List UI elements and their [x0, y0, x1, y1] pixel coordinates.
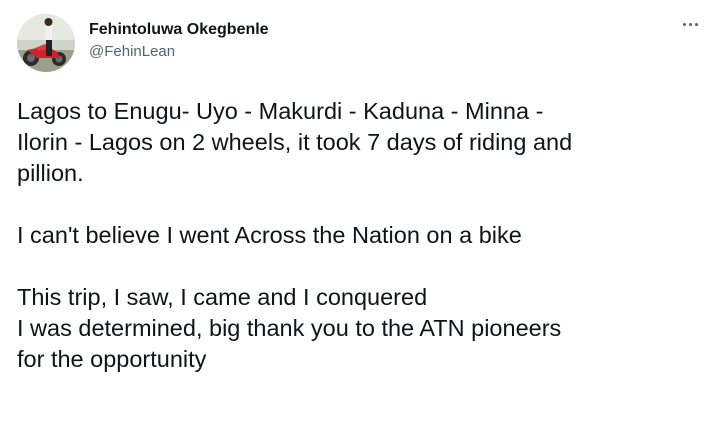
- tweet-line: Lagos to Enugu- Uyo - Makurdi - Kaduna -…: [17, 98, 544, 124]
- author-display-name[interactable]: Fehintoluwa Okegbenle: [89, 20, 269, 40]
- author-handle[interactable]: @FehinLean: [89, 42, 175, 62]
- tweet-paragraph: Lagos to Enugu- Uyo - Makurdi - Kaduna -…: [17, 96, 707, 189]
- avatar[interactable]: [17, 14, 75, 72]
- tweet-line: pillion.: [17, 160, 84, 186]
- tweet-line: This trip, I saw, I came and I conquered: [17, 284, 428, 310]
- tweet-line: I can't believe I went Across the Nation…: [17, 222, 522, 248]
- tweet-line: for the opportunity: [17, 346, 207, 372]
- tweet-paragraph: I can't believe I went Across the Nation…: [17, 220, 707, 251]
- tweet-text: Lagos to Enugu- Uyo - Makurdi - Kaduna -…: [17, 96, 707, 375]
- tweet-paragraph: This trip, I saw, I came and I conquered…: [17, 282, 707, 375]
- tweet-card: Fehintoluwa Okegbenle @FehinLean Lagos t…: [0, 0, 720, 422]
- profile-photo-icon: [17, 14, 75, 72]
- tweet-line: I was determined, big thank you to the A…: [17, 315, 562, 341]
- more-options-icon[interactable]: [676, 12, 704, 36]
- tweet-line: Ilorin - Lagos on 2 wheels, it took 7 da…: [17, 129, 573, 155]
